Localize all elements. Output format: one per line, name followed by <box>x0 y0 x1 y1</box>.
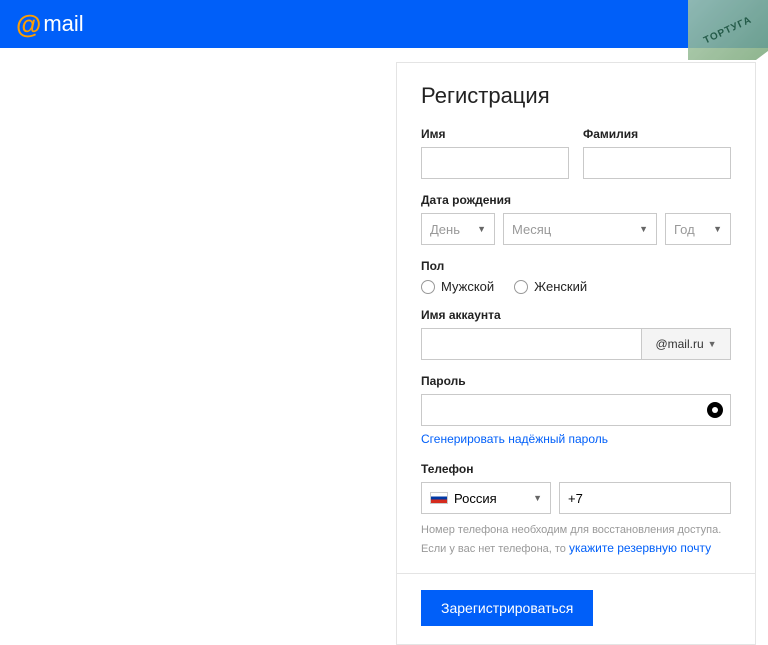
phone-hint: Номер телефона необходим для восстановле… <box>421 522 731 557</box>
last-name-label: Фамилия <box>583 127 731 141</box>
chevron-down-icon: ▼ <box>639 224 648 234</box>
header: @ mail <box>0 0 768 48</box>
logo[interactable]: @ mail <box>16 9 84 40</box>
flag-russia-icon <box>430 492 448 504</box>
dob-day-select[interactable]: День▼ <box>421 213 495 245</box>
first-name-input[interactable] <box>421 147 569 179</box>
first-name-label: Имя <box>421 127 569 141</box>
password-label: Пароль <box>421 374 731 388</box>
divider <box>397 573 755 574</box>
backup-email-link[interactable]: укажите резервную почту <box>569 541 711 555</box>
logo-at-icon: @ <box>16 9 41 40</box>
dob-label: Дата рождения <box>421 193 731 207</box>
phone-country-select[interactable]: Россия ▼ <box>421 482 551 514</box>
dob-month-select[interactable]: Месяц▼ <box>503 213 657 245</box>
domain-select[interactable]: @mail.ru▼ <box>641 328 731 360</box>
generate-password-link[interactable]: Сгенерировать надёжный пароль <box>421 432 608 446</box>
gender-male-radio[interactable]: Мужской <box>421 279 494 294</box>
account-label: Имя аккаунта <box>421 308 731 322</box>
page-title: Регистрация <box>421 83 731 109</box>
phone-input[interactable] <box>559 482 731 514</box>
submit-button[interactable]: Зарегистрироваться <box>421 590 593 626</box>
chevron-down-icon: ▼ <box>708 339 717 349</box>
logo-text: mail <box>43 11 83 37</box>
last-name-input[interactable] <box>583 147 731 179</box>
radio-icon <box>514 280 528 294</box>
chevron-down-icon: ▼ <box>713 224 722 234</box>
account-input[interactable] <box>421 328 641 360</box>
gender-female-radio[interactable]: Женский <box>514 279 587 294</box>
gender-label: Пол <box>421 259 731 273</box>
dob-year-select[interactable]: Год▼ <box>665 213 731 245</box>
watermark: ТОРТУГА <box>688 0 768 60</box>
radio-icon <box>421 280 435 294</box>
registration-panel: Регистрация Имя Фамилия Дата рождения Де… <box>396 62 756 645</box>
chevron-down-icon: ▼ <box>533 493 542 503</box>
phone-label: Телефон <box>421 462 731 476</box>
eye-icon[interactable] <box>707 402 723 418</box>
chevron-down-icon: ▼ <box>477 224 486 234</box>
password-input[interactable] <box>421 394 731 426</box>
